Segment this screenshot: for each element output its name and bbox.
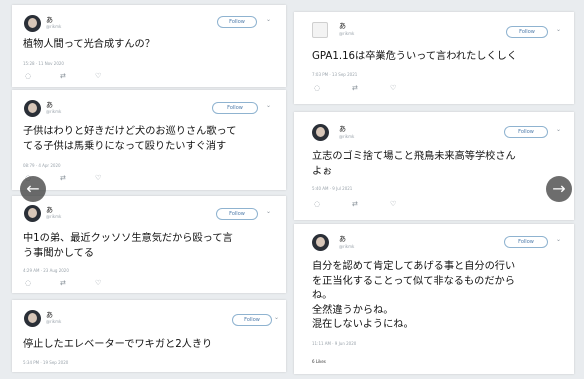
chevron-down-icon[interactable]: ⌄ <box>266 208 271 215</box>
heart-icon[interactable]: ♡ <box>95 279 101 287</box>
chevron-down-icon[interactable]: ⌄ <box>266 16 271 23</box>
tweet-text: 立志のゴミ捨て場こと飛鳥未来高等学校さん よぉ <box>312 151 516 177</box>
heart-icon[interactable]: ♡ <box>95 174 101 182</box>
chevron-down-icon[interactable]: ⌄ <box>556 26 561 33</box>
retweet-icon[interactable]: ⇄ <box>60 279 66 287</box>
follow-button[interactable]: Follow <box>217 16 257 28</box>
tweet-text: GPA1.16は卒業危ういって言われたしくしく <box>312 51 518 62</box>
tweet-actions: ◌ ⇄ ♡ <box>23 72 143 82</box>
avatar[interactable] <box>24 310 41 327</box>
tweet-card: あ @rikmk Follow ⌄ 立志のゴミ捨て場こと飛鳥未来高等学校さん よ… <box>294 112 574 220</box>
tweet-timestamp[interactable]: 15:28 · 11 Nov 2020 <box>23 61 64 66</box>
follow-button[interactable]: Follow <box>504 126 548 138</box>
avatar[interactable] <box>24 100 41 117</box>
tweet-actions: ◌ ⇄ ♡ <box>312 84 442 94</box>
retweet-icon[interactable]: ⇄ <box>352 84 358 92</box>
tweet-timestamp[interactable]: 4:29 AM · 23 Aug 2020 <box>23 268 69 273</box>
avatar[interactable] <box>312 124 329 141</box>
avatar[interactable] <box>312 22 328 38</box>
follow-button[interactable]: Follow <box>506 26 548 38</box>
tweet-card: あ @rikmk Follow ⌄ 子供はわりと好きだけど犬のお巡りさん歌って … <box>12 90 286 190</box>
tweet-card: あ @rikmk Follow ⌄ 自分を認めて肯定してあげる事と自分の行い を… <box>294 224 574 374</box>
retweet-icon[interactable]: ⇄ <box>60 72 66 80</box>
user-handle[interactable]: @rikmk <box>339 244 354 249</box>
chevron-down-icon[interactable]: ⌄ <box>556 236 561 243</box>
heart-icon[interactable]: ♡ <box>95 72 101 80</box>
retweet-icon[interactable]: ⇄ <box>60 174 66 182</box>
follow-button[interactable]: Follow <box>232 314 272 326</box>
comment-icon[interactable]: ◌ <box>25 279 31 287</box>
comment-icon[interactable]: ◌ <box>314 200 320 208</box>
heart-icon[interactable]: ♡ <box>390 200 396 208</box>
follow-button[interactable]: Follow <box>216 208 258 220</box>
chevron-down-icon[interactable]: ⌄ <box>556 126 561 133</box>
chevron-down-icon[interactable]: ⌄ <box>274 314 279 321</box>
retweet-icon[interactable]: ⇄ <box>352 200 358 208</box>
follow-button[interactable]: Follow <box>212 102 258 114</box>
likes-count[interactable]: 6 Likes <box>312 359 326 364</box>
tweet-timestamp[interactable]: 7:03 PM · 13 Sep 2021 <box>312 72 357 77</box>
user-handle[interactable]: @rikmk <box>46 319 61 324</box>
avatar[interactable] <box>312 234 329 251</box>
arrow-left-icon[interactable]: ← <box>20 176 46 202</box>
tweet-actions: ◌ ⇄ ♡ <box>23 279 143 289</box>
user-handle[interactable]: @rikmk <box>46 214 61 219</box>
tweet-timestamp[interactable]: 5:40 AM · 9 Jul 2021 <box>312 186 352 191</box>
follow-button[interactable]: Follow <box>504 236 548 248</box>
heart-icon[interactable]: ♡ <box>390 84 396 92</box>
tweet-text: 中1の弟、最近クッソソ生意気だから殴って言 う事聞かしてる <box>23 233 233 259</box>
chevron-down-icon[interactable]: ⌄ <box>266 102 271 109</box>
tweet-timestamp[interactable]: 08:79 · 4 Apr 2020 <box>23 163 61 168</box>
tweet-card: あ @rikmk Follow ⌄ 停止したエレベーターでワキガと2人きり 5:… <box>12 300 286 372</box>
tweet-card: あ @rikmk Follow ⌄ 植物人間って光合成すんの？ 15:28 · … <box>12 5 286 87</box>
tweet-text: 子供はわりと好きだけど犬のお巡りさん歌って てる子供は馬乗りになって殴りたいすぐ… <box>23 126 237 152</box>
user-handle[interactable]: @rikmk <box>46 24 61 29</box>
tweet-timestamp[interactable]: 5:34 PM · 19 Sep 2020 <box>23 360 68 365</box>
user-name[interactable]: あ <box>339 234 346 244</box>
user-handle[interactable]: @rikmk <box>339 31 354 36</box>
user-name[interactable]: あ <box>339 124 346 134</box>
arrow-right-icon[interactable]: → <box>546 176 572 202</box>
tweet-text: 停止したエレベーターでワキガと2人きり <box>23 339 213 350</box>
avatar[interactable] <box>24 205 41 222</box>
comment-icon[interactable]: ◌ <box>314 84 320 92</box>
tweet-card: あ @rikmk Follow ⌄ 中1の弟、最近クッソソ生意気だから殴って言 … <box>12 196 286 293</box>
user-handle[interactable]: @rikmk <box>46 109 61 114</box>
avatar[interactable] <box>24 15 41 32</box>
tweet-text: 自分を認めて肯定してあげる事と自分の行い を正当化することって似て非なるものだか… <box>312 261 516 330</box>
tweet-card: あ @rikmk Follow ⌄ GPA1.16は卒業危ういって言われたしくし… <box>294 12 574 104</box>
tweet-timestamp[interactable]: 11:11 AM · 9 Jun 2020 <box>312 341 356 346</box>
user-handle[interactable]: @rikmk <box>339 134 354 139</box>
comment-icon[interactable]: ◌ <box>25 72 31 80</box>
tweet-actions: ◌ ⇄ ♡ <box>312 200 442 210</box>
tweet-text: 植物人間って光合成すんの？ <box>23 39 155 50</box>
user-name[interactable]: あ <box>339 21 346 31</box>
